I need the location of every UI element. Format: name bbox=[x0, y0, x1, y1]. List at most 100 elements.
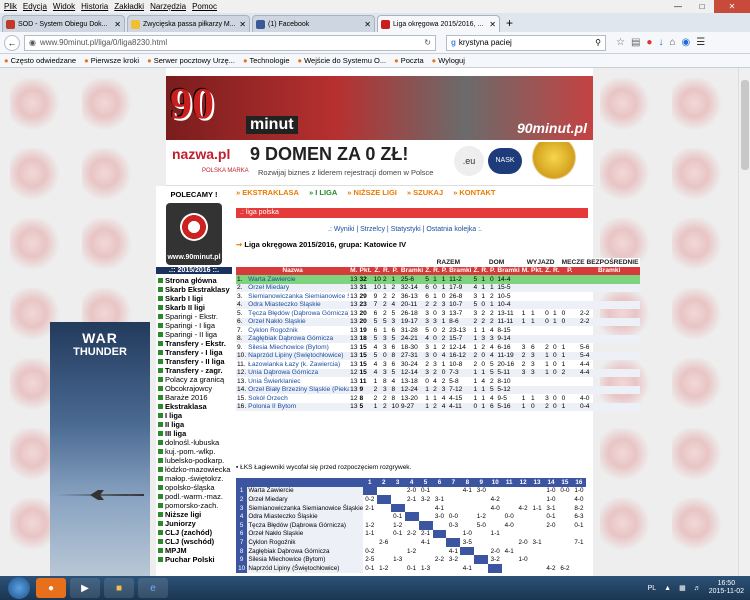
tray-arrow-icon[interactable]: ▲ bbox=[664, 585, 671, 592]
grid-team-name[interactable]: Odra Miasteczko Śląskie bbox=[247, 512, 363, 521]
grid-cell[interactable] bbox=[433, 564, 447, 573]
bookmark-item[interactable]: ● Serwer pocztowy Urzę... bbox=[147, 56, 235, 65]
sidebar-item[interactable]: Obcokrajowcy bbox=[156, 384, 232, 393]
grid-cell[interactable] bbox=[474, 495, 488, 504]
grid-cell[interactable] bbox=[530, 555, 544, 564]
grid-cell[interactable]: 4-1 bbox=[419, 538, 433, 547]
sidebar-item[interactable]: kuj.-pom.-wlkp. bbox=[156, 447, 232, 456]
reader-icon[interactable]: ▤ bbox=[631, 37, 640, 48]
grid-cell[interactable] bbox=[488, 512, 502, 521]
grid-cell[interactable] bbox=[558, 504, 572, 513]
grid-team-name[interactable]: Silesia Miechowice (Bytom) bbox=[247, 555, 363, 564]
sidebar-item[interactable]: dolnośl.-lubuska bbox=[156, 438, 232, 447]
bookmark-item[interactable]: ● Technologie bbox=[243, 56, 290, 65]
grid-cell[interactable] bbox=[377, 504, 391, 513]
grid-cell[interactable]: 3-2 bbox=[419, 495, 433, 504]
grid-team-name[interactable]: Siemianowiczanka Siemianowice Śląskie bbox=[247, 503, 363, 513]
grid-cell[interactable] bbox=[446, 564, 460, 573]
grid-cell[interactable] bbox=[558, 530, 572, 539]
grid-cell[interactable]: 1-2 bbox=[391, 521, 405, 530]
grid-cell[interactable] bbox=[377, 512, 391, 521]
grid-cell[interactable]: 1-1 bbox=[363, 530, 377, 539]
grid-cell[interactable] bbox=[516, 564, 530, 573]
grid-cell[interactable]: 2-1 bbox=[419, 530, 433, 539]
sidebar-item[interactable]: Polacy za granicą bbox=[156, 375, 232, 384]
grid-cell[interactable] bbox=[502, 538, 516, 547]
grid-cell[interactable] bbox=[516, 495, 530, 504]
grid-cell[interactable]: 4-0 bbox=[488, 504, 502, 513]
grid-cell[interactable]: 6-2 bbox=[558, 564, 572, 573]
grid-cell[interactable]: 1-2 bbox=[363, 521, 377, 530]
grid-cell[interactable] bbox=[502, 487, 516, 496]
close-window-button[interactable]: ✕ bbox=[714, 0, 750, 13]
search-icon[interactable]: ⚲ bbox=[595, 38, 601, 47]
grid-cell[interactable] bbox=[460, 495, 474, 504]
sidebar-item[interactable]: Sparingi - Ekstr. bbox=[156, 312, 232, 321]
grid-cell[interactable] bbox=[460, 555, 474, 564]
grid-cell[interactable]: 2-0 bbox=[488, 547, 502, 556]
browser-tab[interactable]: Zwycięska passa piłkarzy M... ✕ bbox=[127, 15, 250, 32]
grid-cell[interactable] bbox=[446, 487, 460, 496]
grid-cell[interactable]: 0-1 bbox=[391, 512, 405, 521]
grid-cell[interactable]: 7-1 bbox=[572, 538, 586, 547]
grid-cell[interactable]: 0-1 bbox=[544, 512, 558, 521]
grid-cell[interactable]: 4-2 bbox=[544, 564, 558, 573]
grid-cell[interactable] bbox=[530, 487, 544, 496]
grid-cell[interactable] bbox=[516, 547, 530, 556]
grid-cell[interactable] bbox=[516, 521, 530, 530]
grid-cell[interactable] bbox=[363, 538, 377, 547]
sidebar-item[interactable]: Skarb II ligi bbox=[156, 303, 232, 312]
grid-cell[interactable] bbox=[433, 487, 447, 496]
grid-cell[interactable]: 2-0 bbox=[516, 538, 530, 547]
sidebar-item[interactable]: CLJ (wschód) bbox=[156, 537, 232, 546]
grid-cell[interactable] bbox=[460, 504, 474, 513]
grid-cell[interactable]: 0-1 bbox=[572, 521, 586, 530]
reload-icon[interactable]: ↻ bbox=[424, 38, 431, 47]
grid-cell[interactable] bbox=[502, 495, 516, 504]
grid-cell[interactable]: 3-1 bbox=[530, 538, 544, 547]
grid-cell[interactable] bbox=[460, 521, 474, 530]
bookmark-item[interactable]: ● Często odwiedzane bbox=[4, 56, 76, 65]
grid-team-name[interactable]: Orzeł Miedary bbox=[247, 495, 363, 504]
grid-cell[interactable]: 8-2 bbox=[572, 504, 586, 513]
grid-cell[interactable]: 5-0 bbox=[474, 521, 488, 530]
internet-explorer-icon[interactable]: e bbox=[138, 578, 168, 598]
league-sublinks[interactable]: .: Wyniki | Strzelcy | Statystyki | Osta… bbox=[328, 226, 482, 233]
grid-cell[interactable]: 0-0 bbox=[502, 512, 516, 521]
sidebar-item[interactable]: Niższe ligi bbox=[156, 510, 232, 519]
grid-cell[interactable]: 2-0 bbox=[544, 521, 558, 530]
grid-cell[interactable] bbox=[377, 521, 391, 530]
team-link[interactable]: Sokół Orzech bbox=[247, 394, 349, 403]
team-link[interactable]: Odra Miasteczko Śląskie bbox=[247, 300, 350, 309]
hamburger-menu-icon[interactable]: ☰ bbox=[696, 37, 705, 48]
firefox-icon[interactable]: ● bbox=[36, 578, 66, 598]
grid-cell[interactable] bbox=[377, 555, 391, 564]
menu-view[interactable]: Widok bbox=[53, 2, 75, 11]
grid-cell[interactable]: 2-6 bbox=[377, 538, 391, 547]
grid-cell[interactable] bbox=[433, 521, 447, 530]
sidebar-item[interactable]: pomorsko-zach. bbox=[156, 501, 232, 510]
grid-cell[interactable] bbox=[419, 512, 433, 521]
grid-cell[interactable] bbox=[362, 486, 377, 496]
top-nav-link[interactable]: » SZUKAJ bbox=[407, 188, 443, 197]
menu-history[interactable]: Historia bbox=[81, 2, 108, 11]
team-link[interactable]: Orzeł Miedary bbox=[247, 283, 350, 292]
language-indicator[interactable]: PL bbox=[648, 585, 657, 592]
grid-cell[interactable]: 4-2 bbox=[516, 504, 530, 513]
pocket-icon[interactable]: ● bbox=[646, 37, 652, 48]
grid-team-name[interactable]: Orzeł Nakło Śląskie bbox=[247, 529, 363, 539]
grid-cell[interactable] bbox=[460, 512, 474, 521]
team-link[interactable]: Siemianowiczanka Siemianowice Śląskie bbox=[247, 292, 349, 301]
sidebar-item[interactable]: łódzko-mazowiecka bbox=[156, 465, 232, 474]
grid-cell[interactable] bbox=[446, 538, 461, 547]
bookmark-item[interactable]: ● Poczta bbox=[394, 56, 424, 65]
menu-edit[interactable]: Edycja bbox=[23, 2, 47, 11]
grid-cell[interactable] bbox=[558, 538, 572, 547]
grid-cell[interactable]: 1-3 bbox=[419, 564, 433, 573]
maximize-button[interactable]: □ bbox=[690, 0, 714, 13]
grid-cell[interactable] bbox=[530, 512, 544, 521]
grid-cell[interactable] bbox=[377, 547, 391, 556]
grid-cell[interactable]: 2-2 bbox=[433, 555, 447, 564]
grid-cell[interactable]: 1-0 bbox=[516, 555, 530, 564]
grid-cell[interactable] bbox=[433, 538, 447, 547]
